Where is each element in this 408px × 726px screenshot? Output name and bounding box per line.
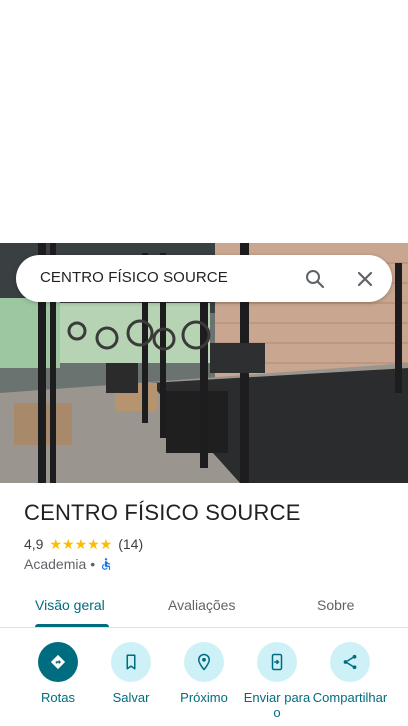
nearby-icon	[184, 642, 224, 682]
active-tab-indicator	[35, 624, 109, 627]
save-button[interactable]: Salvar	[93, 640, 169, 705]
directions-icon	[38, 642, 78, 682]
search-icon[interactable]	[303, 267, 327, 291]
nearby-label: Próximo	[180, 690, 228, 705]
send-to-phone-button[interactable]: Enviar para o	[239, 640, 315, 720]
wheelchair-icon	[99, 557, 113, 571]
share-icon	[330, 642, 370, 682]
save-label: Salvar	[112, 690, 150, 705]
separator: •	[90, 556, 96, 572]
bookmark-icon	[111, 642, 151, 682]
close-icon[interactable]	[353, 267, 377, 291]
nearby-button[interactable]: Próximo	[166, 640, 242, 705]
rating-row[interactable]: 4,9 ★★★★★ (14)	[24, 536, 143, 552]
review-count[interactable]: (14)	[118, 536, 143, 552]
category-row: Academia •	[24, 556, 113, 572]
search-input[interactable]: CENTRO FÍSICO SOURCE	[40, 269, 228, 286]
category-label[interactable]: Academia	[24, 556, 86, 572]
tab-about[interactable]: Sobre	[317, 597, 354, 613]
send-to-phone-icon	[257, 642, 297, 682]
tab-overview[interactable]: Visão geral	[35, 597, 105, 613]
stars-icon: ★★★★★	[49, 536, 113, 552]
tab-bar: Visão geral Avaliações Sobre	[0, 585, 408, 628]
send-to-phone-label: Enviar para o	[243, 690, 311, 720]
place-title: CENTRO FÍSICO SOURCE	[24, 500, 301, 525]
search-bar[interactable]: CENTRO FÍSICO SOURCE	[16, 255, 392, 302]
rating-value: 4,9	[24, 536, 44, 552]
tab-reviews[interactable]: Avaliações	[168, 597, 235, 613]
share-button[interactable]: Compartilhar	[312, 640, 388, 705]
share-label: Compartilhar	[312, 690, 388, 705]
directions-label: Rotas	[41, 690, 75, 705]
directions-button[interactable]: Rotas	[20, 640, 96, 705]
map-blank-area	[0, 0, 408, 243]
action-bar: Rotas Salvar Próximo Enviar para o Compa…	[0, 640, 408, 726]
star-rating: ★★★★★	[49, 537, 112, 551]
